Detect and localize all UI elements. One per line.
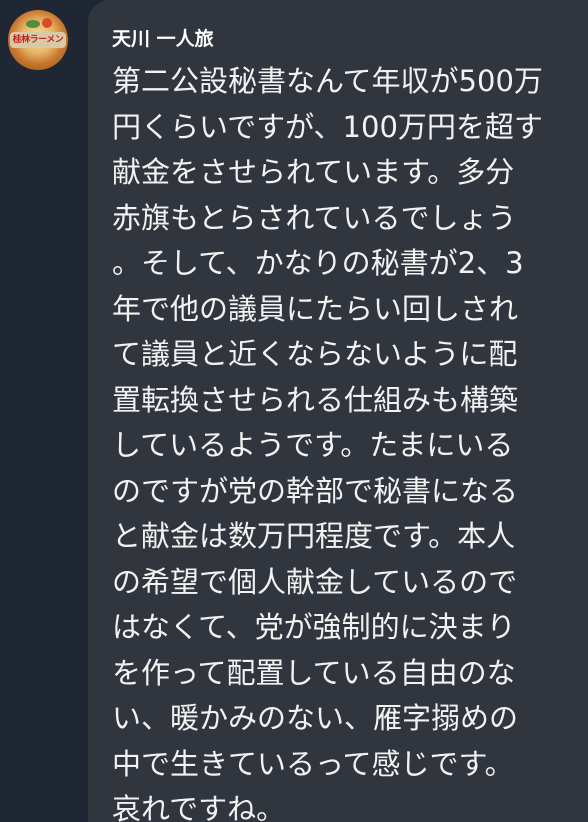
message-line: て議員と近くならないように配 [112, 337, 518, 371]
message-line: 中で生きているって感じです。 [112, 746, 514, 781]
message-line: 年で他の議員にたらい回しされ [112, 291, 519, 326]
message-line: しているようです。たまにいる [112, 428, 514, 462]
sender-name[interactable]: 天川 一人旅 [112, 26, 214, 52]
avatar[interactable]: 桂林ラーメン [8, 10, 68, 70]
ramen-bowl-icon [26, 20, 40, 28]
message-line: い、暖かみのない、雁字搦めの [112, 701, 519, 735]
message-line: はなくて、党が強制的に決まり [112, 610, 516, 644]
message-line: 赤旗もとらされているでしょう [112, 200, 517, 235]
avatar-label: 桂林ラーメン [12, 35, 64, 45]
message-line: を作って配置している自由のな [112, 655, 516, 690]
ramen-topping-icon [42, 18, 52, 28]
chat-area: 桂林ラーメン 天川 一人旅 第二公設秘書なんて年収が500万 円くらいですが、1… [0, 0, 588, 822]
message-line: の希望で個人献金しているので [112, 564, 518, 599]
message-line: 円くらいですが、100万円を超す [112, 109, 543, 144]
message-line: のですが党の幹部で秘書になる [112, 473, 519, 508]
message-line: 第二公設秘書なんて年収が500万 [112, 64, 543, 98]
message-line: 哀れですね。 [112, 792, 286, 822]
message-line: 献金をさせられています。多分 [112, 155, 515, 189]
message-text: 第二公設秘書なんて年収が500万 円くらいですが、100万円を超す 献金をさせら… [112, 59, 582, 822]
message-line: 置転換させられる仕組みも構築 [112, 382, 519, 417]
message-line: と献金は数万円程度です。本人 [112, 519, 516, 553]
message-line: 。そして、かなりの秘書が2、3 [112, 246, 524, 280]
